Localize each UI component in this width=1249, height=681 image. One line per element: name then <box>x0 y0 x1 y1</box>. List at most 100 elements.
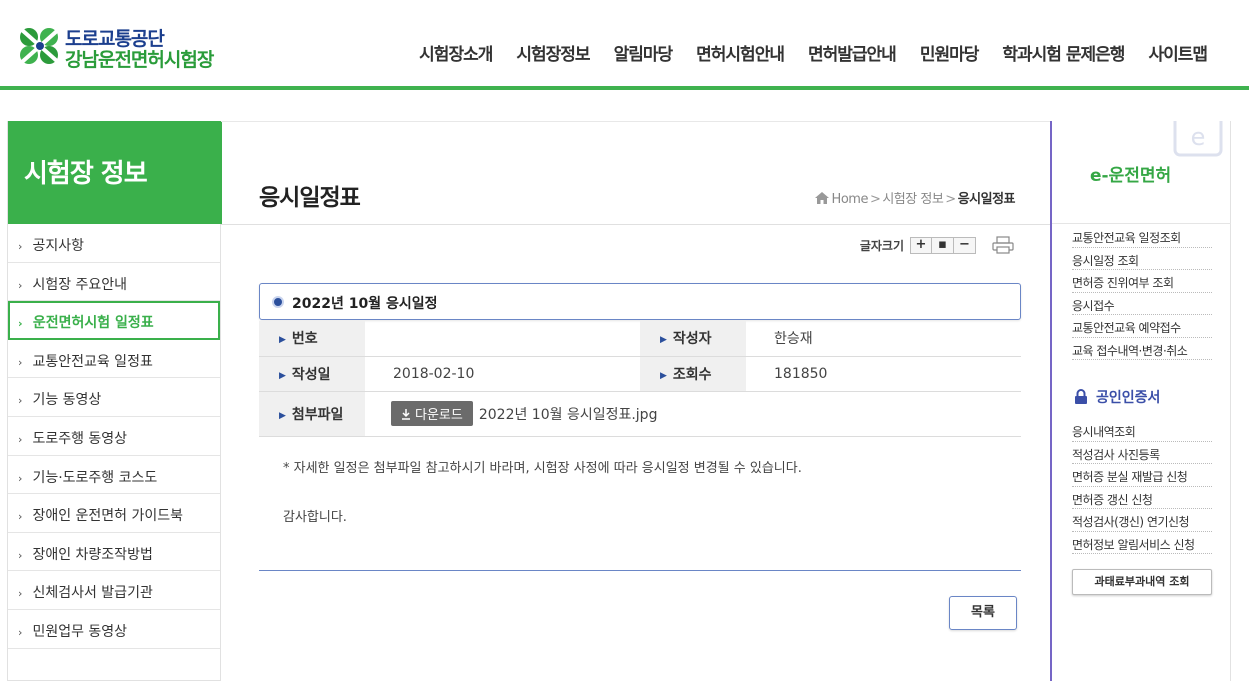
date-value: 2018-02-10 <box>365 356 640 392</box>
font-reset-button[interactable]: ▪ <box>932 236 954 254</box>
post-info-table: ▶ 번호 ▶ 작성자 한승재 ▶ 작성일 2018-02-10 ▶ 조회수 181850… <box>259 321 1021 437</box>
nav-item-info[interactable]: 시험장정보 <box>504 40 601 65</box>
sidebar-item-label: 장애인 차량조작방법 <box>32 546 153 563</box>
sidebar-item-civil-video[interactable]: › 민원업무 동영상 <box>8 610 220 649</box>
link-safety-schedule-lookup[interactable]: 교통안전교육 일정조회 <box>1072 225 1212 248</box>
sidebar-item-exam-schedule[interactable]: › 운전면허시험 일정표 <box>8 301 220 340</box>
link-education-history[interactable]: 교육 접수내역·변경·취소 <box>1072 338 1212 360</box>
file-name[interactable]: 2022년 10월 응시일정표.jpg <box>479 407 658 423</box>
font-decrease-button[interactable]: − <box>954 236 976 254</box>
svg-text:e: e <box>1191 123 1206 151</box>
nav-item-question-bank[interactable]: 학과시험 문제은행 <box>990 40 1136 65</box>
sidebar-item-safety-schedule[interactable]: › 교통안전교육 일정표 <box>8 340 220 379</box>
table-row: ▶ 첨부파일 다운로드 2022년 10월 응시일정표.jpg <box>259 391 1021 437</box>
arrow-right-icon: ▶ <box>279 410 286 421</box>
sidebar-item-road-video[interactable]: › 도로주행 동영상 <box>8 417 220 456</box>
sidebar-item-disabled-vehicle[interactable]: › 장애인 차량조작방법 <box>8 533 220 572</box>
certificate-links: 응시내역조회 적성검사 사진등록 면허증 분실 재발급 신청 면허증 갱신 신청… <box>1072 419 1212 554</box>
chevron-right-icon: › <box>18 394 23 408</box>
sidebar-menu: › 공지사항 › 시험장 주요안내 › 운전면허시험 일정표 › 교통안전교육 … <box>8 224 220 649</box>
sidebar-title: 시험장 정보 <box>8 121 222 224</box>
nav-item-sitemap[interactable]: 사이트맵 <box>1136 40 1219 65</box>
link-exam-apply[interactable]: 응시접수 <box>1072 293 1212 315</box>
sidebar-item-label: 기능 동영상 <box>32 392 102 409</box>
left-sidebar: 시험장 정보 › 공지사항 › 시험장 주요안내 › 운전면허시험 일정표 › … <box>7 121 222 681</box>
views-value: 181850 <box>746 356 1021 392</box>
author-label-text: 작성자 <box>672 331 712 348</box>
sidebar-item-course-map[interactable]: › 기능·도로주행 코스도 <box>8 456 220 495</box>
sidebar-item-label: 운전면허시험 일정표 <box>32 315 154 332</box>
chevron-right-icon: › <box>18 432 23 446</box>
arrow-right-icon: ▶ <box>279 370 286 381</box>
nav-item-about[interactable]: 시험장소개 <box>407 40 504 65</box>
link-alert-service[interactable]: 면허정보 알림서비스 신청 <box>1072 532 1212 554</box>
home-icon <box>814 192 829 204</box>
right-sidebar-header: e e-운전면허 <box>1052 121 1231 224</box>
certificate-title: 공인인증서 <box>1096 390 1161 406</box>
sidebar-item-label: 민원업무 동영상 <box>32 623 128 640</box>
certificate-heading: 공인인증서 <box>1074 387 1160 407</box>
sidebar-item-main-guide[interactable]: › 시험장 주요안내 <box>8 263 220 302</box>
link-exam-schedule-lookup[interactable]: 응시일정 조회 <box>1072 248 1212 270</box>
sidebar-item-medical-cert[interactable]: › 신체검사서 발급기관 <box>8 571 220 610</box>
sidebar-item-skill-video[interactable]: › 기능 동영상 <box>8 378 220 417</box>
chevron-right-icon: › <box>18 625 23 639</box>
nav-item-exam-guide[interactable]: 면허시험안내 <box>684 40 796 65</box>
breadcrumb-separator: > <box>869 192 881 207</box>
font-size-label: 글자크기 <box>859 238 904 253</box>
post-divider <box>259 570 1021 571</box>
download-icon <box>402 409 410 420</box>
sidebar-item-label: 교통안전교육 일정표 <box>32 353 153 370</box>
fine-history-button[interactable]: 과태료부과내역 조회 <box>1072 569 1212 595</box>
breadcrumb-section[interactable]: 시험장 정보 <box>882 192 943 207</box>
site-header: 도로교통공단 강남운전면허시험장 시험장소개 시험장정보 알림마당 면허시험안내… <box>0 0 1249 90</box>
table-row: ▶ 번호 ▶ 작성자 한승재 <box>259 321 1021 357</box>
site-logo[interactable]: 도로교통공단 강남운전면허시험장 <box>18 24 248 71</box>
arrow-right-icon: ▶ <box>660 335 667 346</box>
sidebar-item-label: 신체검사서 발급기관 <box>32 585 153 602</box>
nav-item-civil[interactable]: 민원마당 <box>908 40 991 65</box>
sidebar-item-label: 장애인 운전면허 가이드북 <box>32 508 184 525</box>
sidebar-item-disabled-guidebook[interactable]: › 장애인 운전면허 가이드북 <box>8 494 220 533</box>
chevron-right-icon: › <box>18 240 23 253</box>
sidebar-item-label: 기능·도로주행 코스도 <box>32 469 158 486</box>
logo-clover-icon <box>20 28 60 64</box>
views-label: ▶ 조회수 <box>640 356 746 392</box>
post-body-notice: * 자세한 일정은 첨부파일 참고하시기 바라며, 시험장 사정에 따라 응시일… <box>283 461 802 476</box>
page-header: 응시일정표 Home > 시험장 정보 > 응시일정표 <box>221 122 1050 225</box>
e-license-links: 교통안전교육 일정조회 응시일정 조회 면허증 진위여부 조회 응시접수 교통안… <box>1072 225 1212 360</box>
attachment-label-text: 첨부파일 <box>291 406 344 423</box>
nav-item-notice[interactable]: 알림마당 <box>602 40 685 65</box>
post-title-box: 2022년 10월 응시일정 <box>259 283 1021 320</box>
breadcrumb-current: 응시일정표 <box>957 192 1016 207</box>
chevron-right-icon: › <box>18 355 23 369</box>
list-button[interactable]: 목록 <box>949 596 1017 630</box>
chevron-right-icon: › <box>18 548 23 562</box>
link-exam-history[interactable]: 응시내역조회 <box>1072 419 1212 442</box>
link-lost-reissue[interactable]: 면허증 분실 재발급 신청 <box>1072 464 1212 487</box>
main-nav: 시험장소개 시험장정보 알림마당 면허시험안내 면허발급안내 민원마당 학과시험… <box>407 40 1219 65</box>
sidebar-item-label: 도로주행 동영상 <box>32 430 128 447</box>
nav-item-issue-guide[interactable]: 면허발급안내 <box>796 40 908 65</box>
page-title: 응시일정표 <box>259 185 361 211</box>
lock-icon <box>1075 389 1087 404</box>
link-license-renewal[interactable]: 면허증 갱신 신청 <box>1072 487 1212 509</box>
download-button[interactable]: 다운로드 <box>391 401 473 426</box>
print-icon[interactable] <box>992 236 1014 254</box>
post-body-thanks: 감사합니다. <box>283 510 347 525</box>
date-label-text: 작성일 <box>291 366 331 383</box>
sidebar-item-notice[interactable]: › 공지사항 <box>8 224 220 263</box>
font-increase-button[interactable]: + <box>910 236 932 254</box>
attachment-value: 다운로드 2022년 10월 응시일정표.jpg <box>365 391 1021 437</box>
number-value <box>365 321 640 357</box>
link-license-verify[interactable]: 면허증 진위여부 조회 <box>1072 270 1212 293</box>
breadcrumb: Home > 시험장 정보 > 응시일정표 <box>814 188 1016 207</box>
link-safety-reserve[interactable]: 교통안전교육 예약접수 <box>1072 315 1212 338</box>
link-aptitude-postpone[interactable]: 적성검사(갱신) 연기신청 <box>1072 509 1212 532</box>
chevron-right-icon: › <box>18 471 23 485</box>
chevron-right-icon: › <box>18 317 23 331</box>
arrow-right-icon: ▶ <box>279 335 286 346</box>
breadcrumb-home[interactable]: Home <box>832 192 869 207</box>
table-row: ▶ 작성일 2018-02-10 ▶ 조회수 181850 <box>259 356 1021 392</box>
link-aptitude-photo[interactable]: 적성검사 사진등록 <box>1072 442 1212 464</box>
